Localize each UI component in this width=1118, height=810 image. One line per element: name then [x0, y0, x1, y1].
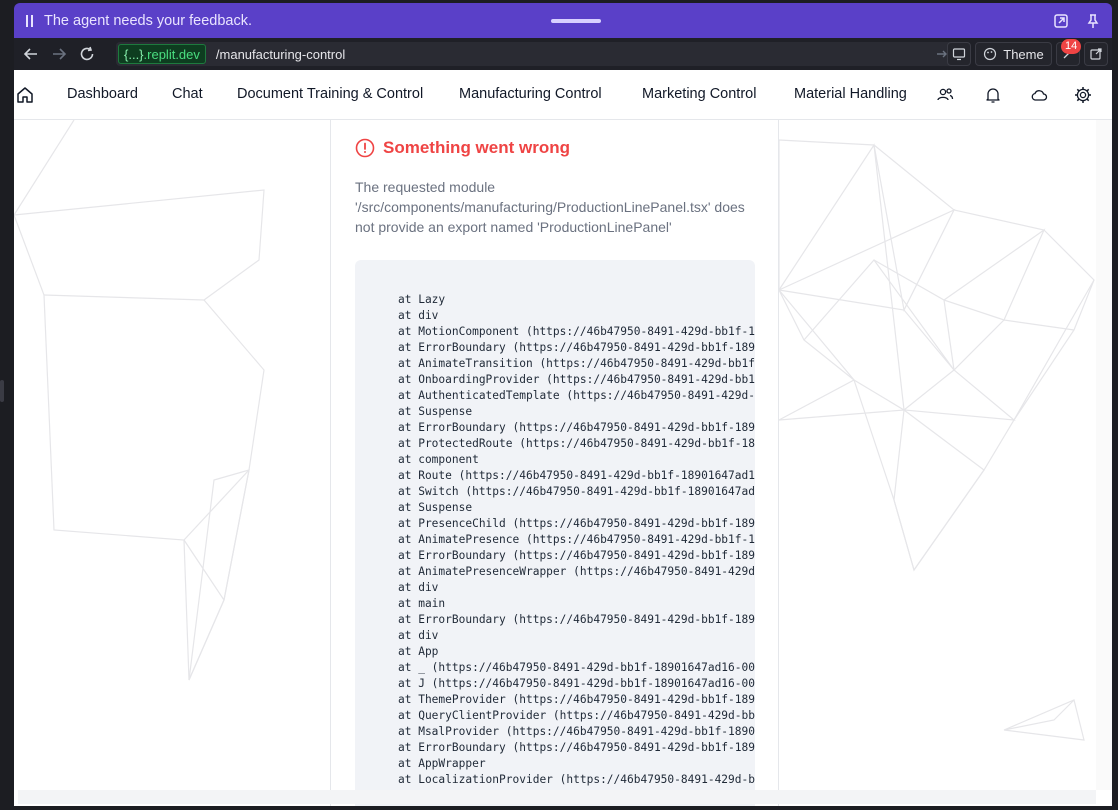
stack-line: at QueryClientProvider (https://46b47950… — [398, 709, 755, 722]
stack-line: at Switch (https://46b47950-8491-429d-bb… — [398, 485, 755, 498]
url-path: /manufacturing-control — [215, 46, 346, 62]
stack-line: at J (https://46b47950-8491-429d-bb1f-18… — [398, 677, 755, 690]
drag-handle[interactable] — [551, 19, 601, 23]
back-icon[interactable] — [22, 45, 40, 63]
stack-line: at AnimatePresenceWrapper (https://46b47… — [398, 565, 755, 578]
stack-line: at AuthenticatedTemplate (https://46b479… — [398, 389, 755, 402]
palette-icon — [984, 47, 997, 61]
stack-line: at App — [398, 645, 439, 658]
domain-suffix: .replit.dev — [143, 46, 200, 62]
theme-button[interactable]: Theme — [975, 42, 1052, 66]
device-preview-button[interactable] — [947, 42, 971, 66]
app-viewport: Dashboard Chat Document Training & Contr… — [14, 70, 1112, 806]
banner-message: The agent needs your feedback. — [44, 12, 252, 29]
nav-item-dashboard[interactable]: Dashboard — [67, 86, 138, 102]
gear-icon[interactable] — [1073, 85, 1093, 105]
stack-line: at Suspense — [398, 501, 473, 514]
stack-line: at ErrorBoundary (https://46b47950-8491-… — [398, 549, 755, 562]
stack-line: at LocalizationProvider (https://46b4795… — [398, 773, 755, 786]
stack-line: at ErrorBoundary (https://46b47950-8491-… — [398, 421, 755, 434]
stack-line: at _ (https://46b47950-8491-429d-bb1f-18… — [398, 661, 755, 674]
stack-line: at div — [398, 309, 439, 322]
stack-line: at AnimatePresence (https://46b47950-849… — [398, 533, 755, 546]
stack-line: at main — [398, 597, 446, 610]
expand-icon[interactable] — [1052, 12, 1070, 30]
stack-line: at MsalProvider (https://46b47950-8491-4… — [398, 725, 755, 738]
monitor-icon — [952, 48, 966, 61]
nav-item-marketing-control[interactable]: Marketing Control — [642, 86, 756, 102]
stack-line: at ErrorBoundary (https://46b47950-8491-… — [398, 613, 755, 626]
external-link-icon — [1090, 48, 1102, 60]
stack-line: at ErrorBoundary (https://46b47950-8491-… — [398, 341, 755, 354]
browser-toolbar: {...} .replit.dev /manufacturing-control… — [14, 38, 1112, 70]
theme-label: Theme — [1003, 46, 1044, 62]
top-navigation: Dashboard Chat Document Training & Contr… — [14, 70, 1112, 120]
nav-item-chat[interactable]: Chat — [172, 86, 203, 102]
error-card: Something went wrong The requested modul… — [330, 120, 779, 806]
horizontal-scrollbar[interactable] — [18, 790, 1096, 804]
pause-icon[interactable] — [14, 14, 44, 27]
panel-resize-handle[interactable] — [0, 380, 4, 402]
domain-prefix: {...} — [124, 46, 144, 62]
nav-item-manufacturing-control[interactable]: Manufacturing Control — [459, 86, 602, 102]
stack-line: at div — [398, 629, 439, 642]
cloud-icon[interactable] — [1029, 85, 1049, 105]
stack-line: at Lazy — [398, 293, 446, 306]
nav-item-material-handling[interactable]: Material Handling — [794, 86, 907, 102]
stack-line: at AppWrapper — [398, 757, 486, 770]
stack-line: at PresenceChild (https://46b47950-8491-… — [398, 517, 755, 530]
stack-line: at Route (https://46b47950-8491-429d-bb1… — [398, 469, 755, 482]
error-heading: Something went wrong — [355, 138, 570, 158]
url-bar[interactable]: {...} .replit.dev /manufacturing-control — [116, 42, 954, 66]
stack-line: at OnboardingProvider (https://46b47950-… — [398, 373, 755, 386]
error-title: Something went wrong — [383, 138, 570, 157]
stack-line: at AnimateTransition (https://46b47950-8… — [398, 357, 755, 370]
stack-line: at MotionComponent (https://46b47950-849… — [398, 325, 755, 338]
open-new-tab-button[interactable] — [1084, 42, 1108, 66]
stack-line: at component — [398, 453, 479, 466]
domain-chip[interactable]: {...} .replit.dev — [118, 44, 206, 64]
reload-icon[interactable] — [78, 45, 96, 63]
bell-icon[interactable] — [983, 85, 1003, 105]
alert-circle-icon — [355, 138, 375, 158]
stack-line: at ErrorBoundary (https://46b47950-8491-… — [398, 741, 755, 754]
home-icon[interactable] — [15, 85, 35, 105]
notification-count-badge: 14 — [1061, 39, 1082, 54]
error-message: The requested module '/src/components/ma… — [355, 179, 745, 235]
stack-line: at Suspense — [398, 405, 473, 418]
forward-icon[interactable] — [50, 45, 68, 63]
stack-line: at ProtectedRoute (https://46b47950-8491… — [398, 437, 755, 450]
stack-line: at ThemeProvider (https://46b47950-8491-… — [398, 693, 755, 706]
nav-item-document-training[interactable]: Document Training & Control — [237, 86, 423, 102]
stack-trace-box[interactable]: at Lazy at div at MotionComponent (https:/… — [355, 260, 755, 806]
vertical-scrollbar[interactable] — [1096, 120, 1112, 790]
stack-trace: at Lazy at div at MotionComponent (https:/… — [398, 292, 755, 788]
pin-icon[interactable] — [1084, 12, 1102, 30]
agent-feedback-banner: The agent needs your feedback. — [14, 3, 1112, 38]
stack-line: at div — [398, 581, 439, 594]
users-icon[interactable] — [935, 85, 955, 105]
